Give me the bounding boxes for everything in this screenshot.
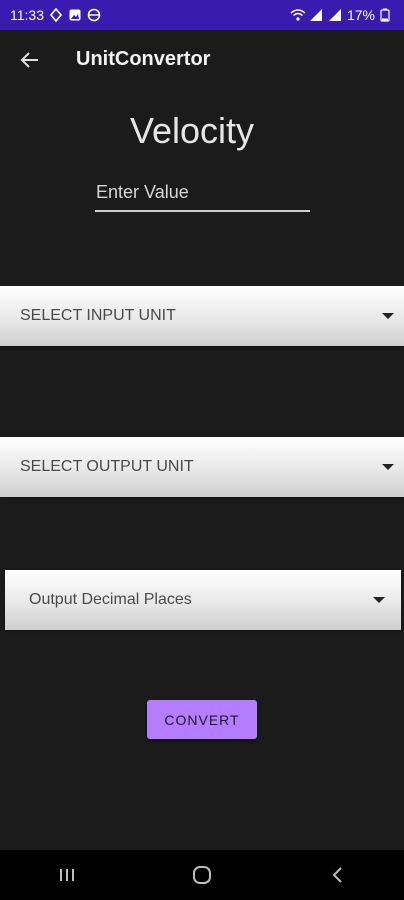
status-left: 11:33 — [10, 7, 101, 23]
value-input[interactable] — [95, 178, 310, 212]
recents-button[interactable] — [47, 855, 87, 895]
system-nav-bar — [0, 850, 404, 900]
maps-icon — [49, 7, 63, 23]
caret-down-icon — [382, 464, 394, 470]
app-title: UnitConvertor — [76, 48, 211, 70]
status-right: 17% — [290, 7, 394, 23]
input-unit-dropdown-label: SELECT INPUT UNIT — [20, 307, 176, 324]
wifi-icon — [290, 8, 306, 22]
status-bar: 11:33 17% — [0, 0, 404, 30]
signal-icon — [328, 8, 342, 22]
home-button[interactable] — [182, 855, 222, 895]
caret-down-icon — [373, 597, 385, 603]
app-bar: UnitConvertor — [0, 30, 404, 90]
battery-percent: 17% — [346, 7, 375, 23]
status-time: 11:33 — [10, 7, 44, 23]
gallery-icon — [68, 8, 82, 22]
back-icon — [332, 867, 342, 883]
signal-icon — [309, 8, 323, 22]
arrow-back-icon — [20, 52, 38, 68]
caret-down-icon — [382, 313, 394, 319]
vpn-icon — [87, 8, 101, 22]
decimal-places-dropdown[interactable]: Output Decimal Places — [5, 570, 401, 630]
decimal-places-dropdown-label: Output Decimal Places — [29, 591, 192, 608]
home-icon — [192, 866, 211, 884]
output-unit-dropdown-label: SELECT OUTPUT UNIT — [20, 458, 194, 475]
recents-icon — [60, 869, 75, 881]
page-heading: Velocity — [129, 110, 255, 151]
input-unit-dropdown[interactable]: SELECT INPUT UNIT — [0, 286, 404, 346]
system-back-button[interactable] — [317, 855, 357, 895]
convert-button[interactable]: CONVERT — [147, 700, 257, 739]
battery-icon — [380, 8, 394, 22]
back-arrow-button[interactable] — [18, 48, 42, 72]
output-unit-dropdown[interactable]: SELECT OUTPUT UNIT — [0, 437, 404, 497]
